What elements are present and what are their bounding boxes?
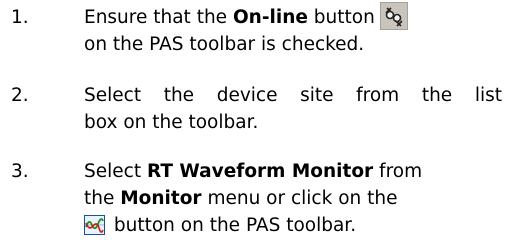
rt-waveform-monitor-icon — [84, 215, 105, 235]
step-text: Select the device site from the list box… — [84, 82, 502, 136]
step-text-part: button on the PAS toolbar. — [108, 215, 357, 236]
step-number: 2. — [11, 85, 29, 106]
step-text-part: button — [307, 7, 375, 28]
step-text-part: from — [373, 161, 423, 182]
step-text-part: the — [84, 188, 121, 209]
step-text: Select RT Waveform Monitor from the Moni… — [84, 158, 502, 239]
step-text-part: Select the device site from the list — [84, 85, 502, 106]
step-number: 3. — [11, 161, 29, 182]
step-text-part: box on the toolbar. — [84, 112, 259, 133]
step-number: 1. — [11, 7, 29, 28]
step-text-part: menu or click on the — [201, 188, 398, 209]
online-connection-icon — [379, 2, 408, 30]
step-text-part: on the PAS toolbar is checked. — [84, 34, 365, 55]
rt-waveform-monitor-label: RT Waveform Monitor — [146, 161, 374, 182]
instruction-list: 1. Ensure that the On-line button on the… — [0, 0, 519, 252]
monitor-menu-label: Monitor — [120, 188, 202, 209]
step-text: Ensure that the On-line button on the PA… — [84, 2, 502, 58]
online-button-label: On-line — [232, 7, 308, 28]
step-text-part: Select — [84, 161, 147, 182]
step-text-part: Ensure that the — [84, 7, 233, 28]
